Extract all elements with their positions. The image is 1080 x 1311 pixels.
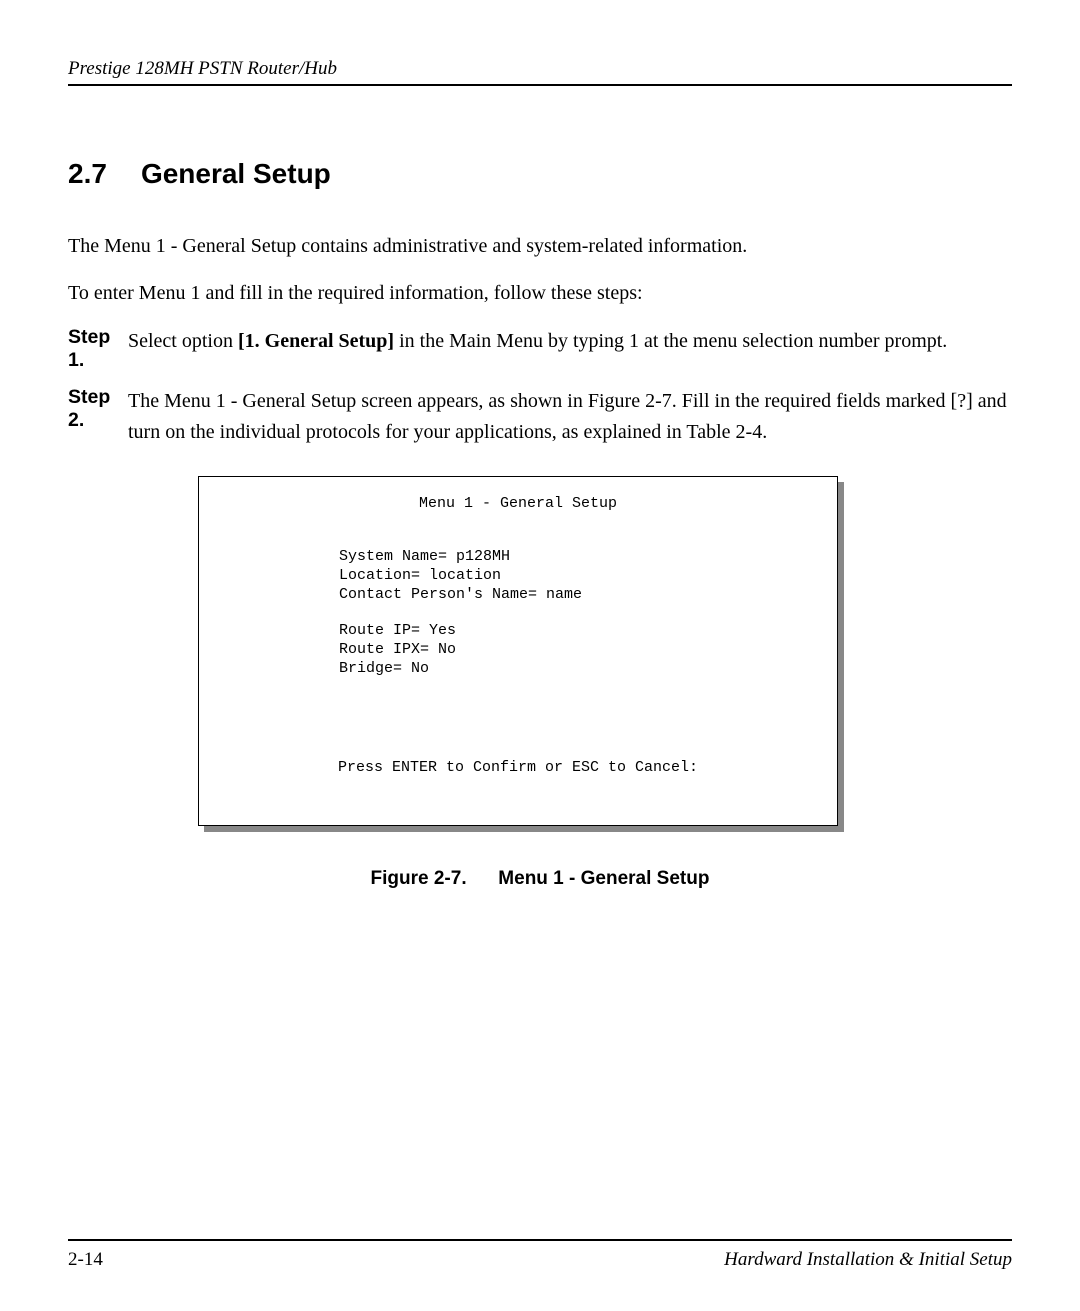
step-text-post: in the Main Menu by typing 1 at the menu… bbox=[394, 330, 947, 352]
terminal-line: System Name= p128MH bbox=[339, 548, 807, 567]
terminal-line: Bridge= No bbox=[339, 660, 807, 679]
step-text-pre: Select option bbox=[128, 330, 238, 352]
figure-label: Figure 2-7. bbox=[371, 868, 467, 889]
terminal-line: Location= location bbox=[339, 567, 807, 586]
intro-paragraph-1: The Menu 1 - General Setup contains admi… bbox=[68, 232, 1012, 261]
step-bold: [1. General Setup] bbox=[238, 330, 394, 352]
terminal-line: Route IP= Yes bbox=[339, 622, 807, 641]
page-header: Prestige 128MH PSTN Router/Hub bbox=[68, 58, 1012, 86]
step-label: Step 1. bbox=[68, 326, 128, 372]
terminal-line: Contact Person's Name= name bbox=[339, 586, 807, 605]
step-1: Step 1. Select option [1. General Setup]… bbox=[68, 326, 1012, 372]
terminal-title: Menu 1 - General Setup bbox=[229, 495, 807, 512]
section-heading: 2.7 General Setup bbox=[68, 158, 1012, 190]
section-number: 2.7 bbox=[68, 158, 107, 189]
terminal-footer: Press ENTER to Confirm or ESC to Cancel: bbox=[229, 759, 807, 776]
terminal-block-1: System Name= p128MH Location= location C… bbox=[339, 548, 807, 604]
step-label: Step 2. bbox=[68, 386, 128, 448]
step-body: Select option [1. General Setup] in the … bbox=[128, 326, 1012, 372]
step-2: Step 2. The Menu 1 - General Setup scree… bbox=[68, 386, 1012, 448]
section-title: General Setup bbox=[141, 158, 331, 189]
footer-section-title: Hardward Installation & Initial Setup bbox=[724, 1249, 1012, 1271]
intro-paragraph-2: To enter Menu 1 and fill in the required… bbox=[68, 279, 1012, 308]
page-footer: 2-14 Hardward Installation & Initial Set… bbox=[68, 1239, 1012, 1271]
step-body: The Menu 1 - General Setup screen appear… bbox=[128, 386, 1012, 448]
figure-title: Menu 1 - General Setup bbox=[498, 868, 709, 889]
page-number: 2-14 bbox=[68, 1249, 103, 1271]
figure-caption: Figure 2-7. Menu 1 - General Setup bbox=[68, 868, 1012, 890]
terminal-line: Route IPX= No bbox=[339, 641, 807, 660]
terminal-screen: Menu 1 - General Setup System Name= p128… bbox=[198, 476, 838, 826]
terminal-block-2: Route IP= Yes Route IPX= No Bridge= No bbox=[339, 622, 807, 678]
